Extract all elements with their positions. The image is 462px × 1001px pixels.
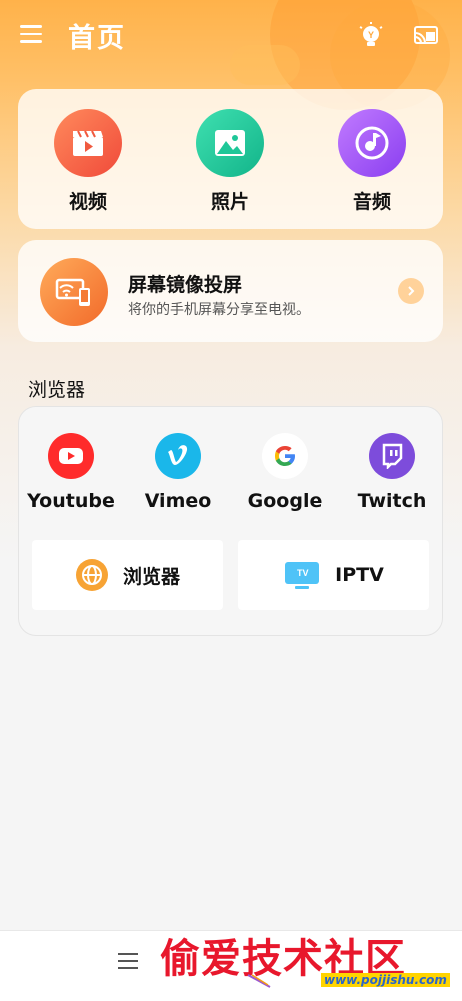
photo-icon [196,109,264,177]
photo-button[interactable]: 照片 [185,109,275,214]
google-button[interactable]: Google [230,433,340,512]
browser-card: Youtube Vimeo Google Twitch 浏览器 TV IPTV [18,406,443,636]
system-navigation-bar: 偷爱技术社区 www.pojjishu.com [0,930,462,1001]
hamburger-menu-icon[interactable] [20,25,44,45]
cast-icon[interactable] [412,24,440,48]
twitch-icon [369,433,415,479]
video-button[interactable]: 视频 [43,109,133,214]
youtube-icon [48,433,94,479]
chevron-right-icon [398,278,424,304]
app-bar: 首页 Y [0,0,462,72]
screen-mirror-subtitle: 将你的手机屏幕分享至电视。 [128,302,310,318]
browser-tile-button[interactable]: 浏览器 [32,540,223,610]
video-clapper-icon [54,109,122,177]
twitch-label: Twitch [357,490,427,512]
tv-icon: TV [285,562,320,589]
google-label: Google [247,490,323,512]
recent-apps-icon[interactable] [118,953,138,974]
browser-tile-label: 浏览器 [122,565,180,588]
audio-button[interactable]: 音频 [327,109,417,214]
youtube-button[interactable]: Youtube [16,433,126,512]
photo-label: 照片 [210,191,249,213]
music-note-icon [338,109,406,177]
browser-section-title: 浏览器 [28,379,86,401]
screen-mirror-card[interactable]: 屏幕镜像投屏 将你的手机屏幕分享至电视。 [18,240,443,342]
svg-text:Y: Y [368,30,374,40]
vimeo-icon [155,433,201,479]
media-card: 视频 照片 音频 [18,89,443,229]
vimeo-button[interactable]: Vimeo [123,433,233,512]
page-title: 首页 [68,23,126,54]
sparkle-icon [247,974,271,988]
screen-mirror-title: 屏幕镜像投屏 [128,274,243,296]
svg-text:TV: TV [297,568,309,578]
iptv-tile-button[interactable]: TV IPTV [238,540,429,610]
iptv-tile-label: IPTV [335,564,384,586]
twitch-button[interactable]: Twitch [337,433,447,512]
youtube-label: Youtube [27,490,115,512]
screen-mirror-icon [40,258,108,326]
audio-label: 音频 [352,191,391,213]
vimeo-label: Vimeo [144,490,212,512]
video-label: 视频 [68,191,107,213]
google-icon [262,433,308,479]
lightbulb-icon[interactable]: Y [358,22,384,50]
globe-icon [75,559,108,591]
watermark-url: www.pojjishu.com [321,973,450,987]
